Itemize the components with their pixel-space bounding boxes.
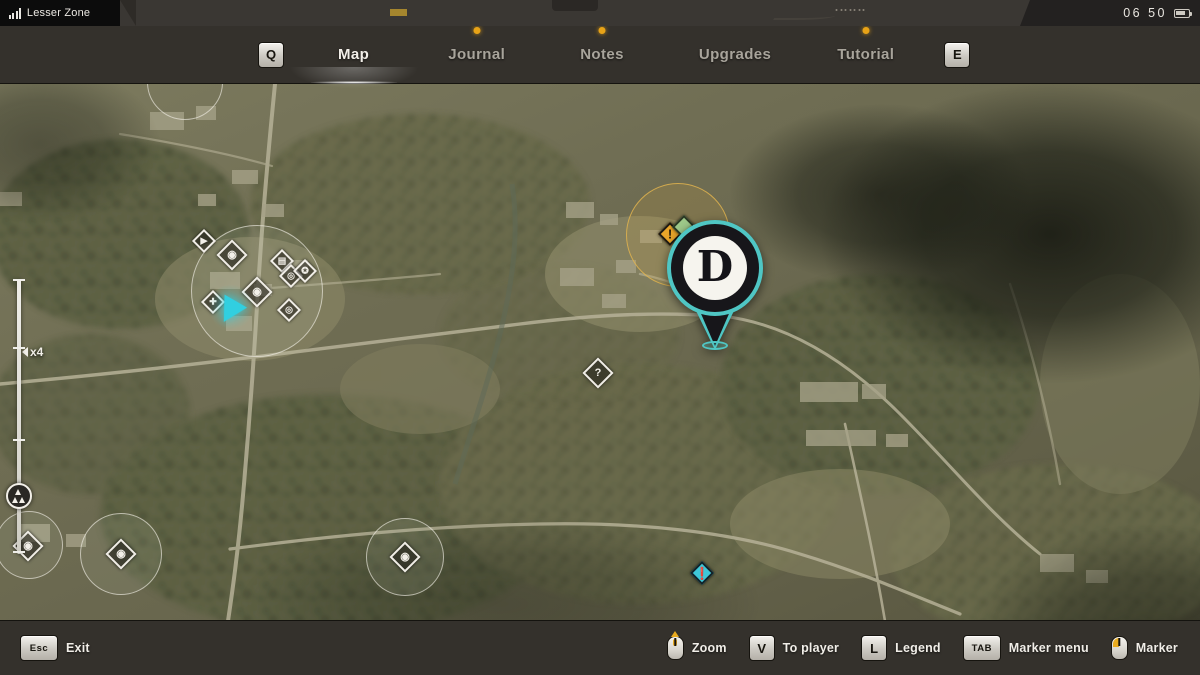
quest-destination-pin[interactable]: D [667,220,763,350]
nav-tabs: Q Map Journal Notes Upgrades Tutorial E [0,26,1200,84]
prev-tab-key-q[interactable]: Q [258,41,284,68]
hint-to-player-label: To player [782,641,840,655]
hint-legend[interactable]: L Legend [861,635,941,661]
pin-emblem: D [683,236,747,300]
bottom-action-bar: Esc Exit Zoom V To player L Legend TAB M… [0,620,1200,675]
zoom-tick [13,439,25,441]
status-dots [835,9,865,11]
map-viewport[interactable]: ▶ ◉ ▤ ◎ ✪ ◉ ◎ ✚ ! [0,83,1200,620]
tab-notes[interactable]: Notes [578,27,626,67]
poi-glyph: ▤ [277,255,287,266]
key-esc[interactable]: Esc [20,635,58,661]
tab-map[interactable]: Map [310,42,397,84]
hint-marker-menu[interactable]: TAB Marker menu [962,635,1089,661]
status-swoosh [772,13,838,20]
zoom-tick [13,347,25,349]
radiation-icon [11,489,27,504]
game-map-screen: Lesser Zone 06 50 Q Map Journal Notes Up… [0,0,1200,675]
hint-legend-label: Legend [895,641,941,655]
status-bar-center [120,0,1030,26]
zone-indicator: Lesser Zone [0,0,129,26]
tab-tutorial-notification-dot [862,27,870,34]
key-l[interactable]: L [861,635,888,661]
hint-exit-label: Exit [66,641,90,655]
next-tab-key-e[interactable]: E [944,41,971,68]
signal-bars-icon [9,7,21,19]
tab-map-label: Map [338,46,370,63]
poi-glyph: ◉ [227,248,237,261]
zoom-slider-handle[interactable] [6,483,32,509]
hint-marker[interactable]: Marker [1110,636,1178,660]
hint-marker-menu-label: Marker menu [1008,641,1089,655]
poi-glyph: ◎ [285,304,293,315]
battery-icon [1174,8,1193,18]
tab-tutorial[interactable]: Tutorial [835,27,896,67]
hint-to-player[interactable]: V To player [748,635,840,661]
poi-glyph: ◉ [400,550,410,563]
tab-notes-notification-dot [598,27,606,34]
tab-active-underline [310,81,397,84]
mouse-left-click-icon [1110,636,1128,660]
hint-zoom-label: Zoom [691,641,727,655]
status-notch [552,0,598,11]
poi-glyph: ❗ [694,566,710,580]
map-terrain [0,84,1200,620]
status-amber-block [390,9,407,16]
nav-bar: Q Map Journal Notes Upgrades Tutorial E [0,26,1200,84]
hint-marker-label: Marker [1135,641,1178,655]
zoom-tick [13,551,25,553]
zoom-slider-track[interactable] [13,279,25,554]
tab-journal[interactable]: Journal [446,27,507,67]
zoom-tick [13,279,25,281]
tab-tutorial-label: Tutorial [837,46,895,63]
poi-glyph: ✪ [301,265,309,276]
tab-journal-label: Journal [448,46,506,63]
zoom-level-label: x4 [22,345,43,359]
poi-glyph: ◉ [116,547,126,560]
tab-notes-label: Notes [580,46,624,63]
pin-ground-ellipse [702,341,728,350]
poi-glyph: ▶ [200,235,208,246]
hint-zoom[interactable]: Zoom [666,631,727,660]
tab-journal-notification-dot [473,27,481,34]
tab-upgrades-label: Upgrades [698,46,772,63]
mouse-scroll-icon [666,631,684,660]
status-bar-right: 06 50 [1020,0,1200,26]
tab-upgrades[interactable]: Upgrades [697,42,773,67]
pin-letter-label: D [696,242,734,291]
status-bar: Lesser Zone 06 50 [0,0,1200,26]
clock-label: 06 50 [1123,6,1167,20]
key-v[interactable]: V [748,635,775,661]
key-tab[interactable]: TAB [962,635,1001,661]
poi-glyph: ? [594,366,602,379]
zone-name-label: Lesser Zone [26,7,91,19]
hint-exit[interactable]: Esc Exit [20,635,90,661]
